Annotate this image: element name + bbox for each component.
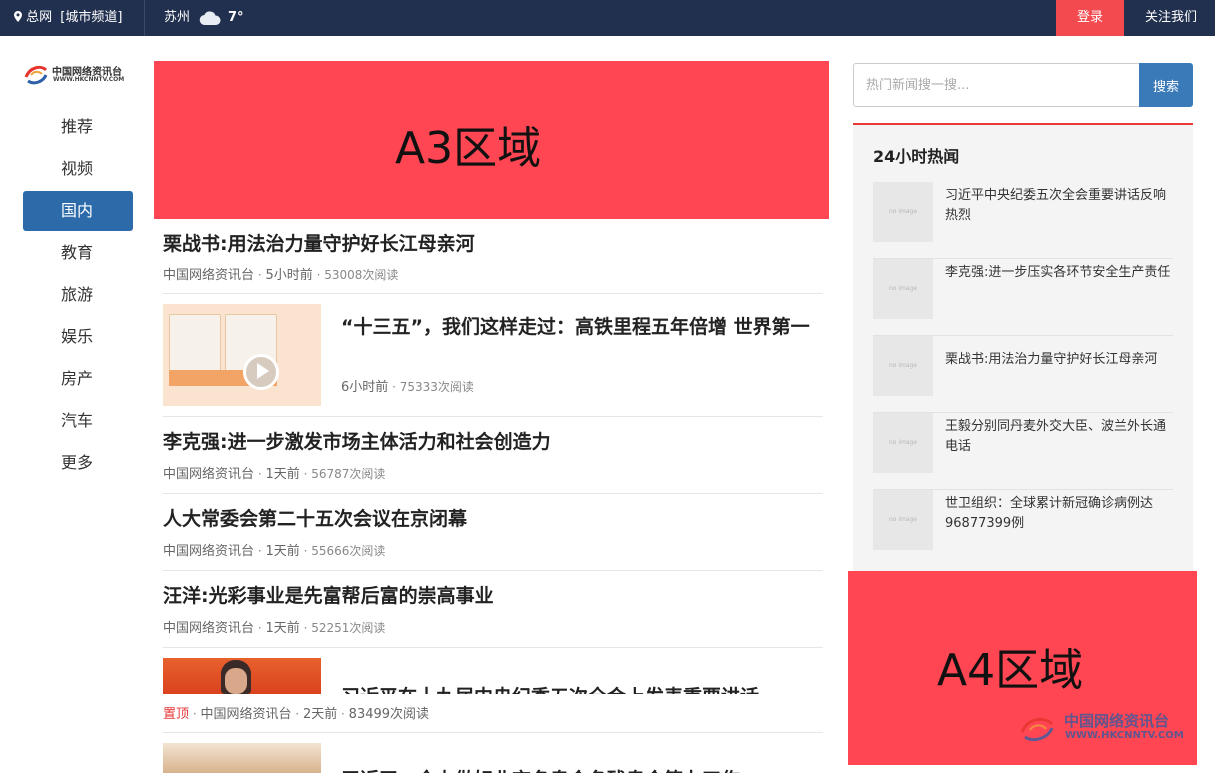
article-title[interactable]: “十三五”，我们这样走过：高铁里程五年倍增 世界第一 bbox=[341, 314, 811, 340]
article-item[interactable]: “十三五”，我们这样走过：高铁里程五年倍增 世界第一 6小时前 · 75333次… bbox=[163, 304, 823, 417]
thumb-figure-face bbox=[225, 668, 247, 694]
hot-news-panel: 24小时热闻 no image 习近平中央纪委五次全会重要讲话反响热烈 no i… bbox=[853, 123, 1193, 571]
hot-news-thumbnail[interactable]: no image bbox=[873, 182, 933, 242]
hot-news-item[interactable]: no image 栗战书:用法治力量守护好长江母亲河 bbox=[873, 336, 1173, 413]
search-bar: 搜索 bbox=[853, 63, 1193, 107]
watermark-logo: 中国网络资讯台 WWW.HKCNNTV.COM bbox=[1018, 710, 1198, 746]
article-item[interactable]: 习近平：全力做好北京冬奥会冬残奥会筹办工作 bbox=[163, 743, 823, 773]
article-item[interactable]: 汪洋:光彩事业是先富帮后富的崇高事业 中国网络资讯台 · 1天前 · 52251… bbox=[163, 581, 823, 648]
location-label: 总网 bbox=[26, 10, 53, 25]
article-meta: 中国网络资讯台 · 1天前 · 56787次阅读 bbox=[163, 467, 386, 482]
weather-temperature: 7° bbox=[228, 10, 244, 25]
ad-a3-label: A3区域 bbox=[395, 123, 542, 174]
article-title[interactable]: 汪洋:光彩事业是先富帮后富的崇高事业 bbox=[163, 581, 494, 608]
nav-item-more[interactable]: 更多 bbox=[23, 443, 133, 483]
location-link[interactable]: 总网 [城市频道] bbox=[14, 0, 122, 36]
play-triangle-icon bbox=[257, 363, 269, 379]
hot-news-thumbnail[interactable]: no image bbox=[873, 413, 933, 473]
hot-news-item[interactable]: no image 王毅分别同丹麦外交大臣、波兰外长通电话 bbox=[873, 413, 1173, 490]
hot-news-text[interactable]: 世卫组织：全球累计新冠确诊病例达96877399例 bbox=[945, 494, 1173, 534]
hot-news-thumbnail[interactable]: no image bbox=[873, 336, 933, 396]
article-reads: 56787次阅读 bbox=[311, 467, 386, 481]
pinned-tag: 置顶 bbox=[163, 707, 190, 722]
nav-item-education[interactable]: 教育 bbox=[23, 233, 133, 273]
article-reads: 52251次阅读 bbox=[311, 621, 386, 635]
hot-news-item[interactable]: no image 习近平中央纪委五次全会重要讲话反响热烈 bbox=[873, 182, 1173, 259]
article-thumbnail[interactable] bbox=[163, 304, 321, 406]
logo-swirl-icon bbox=[24, 65, 48, 85]
article-title[interactable]: 习近平：全力做好北京冬奥会冬残奥会筹办工作 bbox=[341, 765, 740, 773]
hot-news-thumbnail[interactable]: no image bbox=[873, 490, 933, 550]
article-time: 6小时前 bbox=[341, 380, 389, 395]
article-title[interactable]: 李克强:进一步激发市场主体活力和社会创造力 bbox=[163, 427, 551, 454]
cloud-icon bbox=[199, 11, 221, 26]
article-title[interactable]: 人大常委会第二十五次会议在京闭幕 bbox=[163, 504, 467, 531]
article-time: 1天前 bbox=[265, 467, 300, 482]
nav-item-video[interactable]: 视频 bbox=[23, 149, 133, 189]
article-item[interactable]: 栗战书:用法治力量守护好长江母亲河 中国网络资讯台 · 5小时前 · 53008… bbox=[163, 227, 823, 294]
article-item[interactable]: 李克强:进一步激发市场主体活力和社会创造力 中国网络资讯台 · 1天前 · 56… bbox=[163, 427, 823, 494]
search-button[interactable]: 搜索 bbox=[1139, 63, 1193, 107]
hot-news-text[interactable]: 李克强:进一步压实各环节安全生产责任 bbox=[945, 263, 1173, 283]
hot-news-text[interactable]: 王毅分别同丹麦外交大臣、波兰外长通电话 bbox=[945, 417, 1173, 457]
nav-item-travel[interactable]: 旅游 bbox=[23, 275, 133, 315]
article-item[interactable]: 人大常委会第二十五次会议在京闭幕 中国网络资讯台 · 1天前 · 55666次阅… bbox=[163, 504, 823, 571]
article-time: 5小时前 bbox=[265, 268, 313, 283]
nav-item-recommend[interactable]: 推荐 bbox=[23, 107, 133, 147]
article-thumbnail[interactable] bbox=[163, 743, 321, 773]
hot-news-text[interactable]: 栗战书:用法治力量守护好长江母亲河 bbox=[945, 350, 1173, 370]
hot-news-thumbnail[interactable]: no image bbox=[873, 259, 933, 319]
site-logo[interactable]: 中国网络资讯台 WWW.HKCNNTV.COM bbox=[22, 58, 142, 90]
article-source: 中国网络资讯台 bbox=[200, 707, 292, 722]
article-title[interactable]: 习近平在十九届中央纪委五次全会上发表重要讲话 bbox=[341, 682, 759, 694]
article-source: 中国网络资讯台 bbox=[163, 467, 255, 482]
article-time: 2天前 bbox=[302, 707, 338, 722]
nav-item-domestic[interactable]: 国内 bbox=[23, 191, 133, 231]
article-meta: 6小时前 · 75333次阅读 bbox=[341, 380, 474, 395]
article-item[interactable]: 习近平在十九届中央纪委五次全会上发表重要讲话 置顶 · 中国网络资讯台 · 2天… bbox=[163, 658, 823, 733]
hot-news-text[interactable]: 习近平中央纪委五次全会重要讲话反响热烈 bbox=[945, 186, 1173, 226]
topbar-divider bbox=[144, 0, 145, 36]
follow-us-link[interactable]: 关注我们 bbox=[1130, 0, 1212, 36]
watermark-name: 中国网络资讯台 bbox=[1064, 712, 1170, 730]
article-meta: 中国网络资讯台 · 1天前 · 52251次阅读 bbox=[163, 621, 386, 636]
login-button[interactable]: 登录 bbox=[1056, 0, 1124, 36]
logo-domain: WWW.HKCNNTV.COM bbox=[53, 76, 125, 83]
nav-item-auto[interactable]: 汽车 bbox=[23, 401, 133, 441]
ad-banner-a3[interactable]: A3区域 bbox=[154, 61, 829, 219]
channel-nav: 推荐 视频 国内 教育 旅游 娱乐 房产 汽车 更多 bbox=[23, 107, 133, 485]
article-source: 中国网络资讯台 bbox=[163, 268, 255, 283]
article-title[interactable]: 栗战书:用法治力量守护好长江母亲河 bbox=[163, 229, 475, 256]
city-channel-link[interactable]: [城市频道] bbox=[60, 10, 122, 25]
article-clip: 习近平在十九届中央纪委五次全会上发表重要讲话 bbox=[163, 658, 823, 694]
weather-city: 苏州 bbox=[164, 10, 191, 25]
article-meta: 中国网络资讯台 · 1天前 · 55666次阅读 bbox=[163, 544, 386, 559]
hot-news-title: 24小时热闻 bbox=[873, 147, 960, 166]
article-meta: 中国网络资讯台 · 5小时前 · 53008次阅读 bbox=[163, 268, 399, 283]
watermark-domain: WWW.HKCNNTV.COM bbox=[1065, 730, 1184, 741]
article-reads: 55666次阅读 bbox=[311, 544, 386, 558]
article-reads: 75333次阅读 bbox=[399, 380, 474, 394]
article-reads: 83499次阅读 bbox=[348, 707, 430, 722]
article-source: 中国网络资讯台 bbox=[163, 621, 255, 636]
article-reads: 53008次阅读 bbox=[324, 268, 399, 282]
thumb-panel bbox=[169, 314, 221, 376]
article-time: 1天前 bbox=[265, 544, 300, 559]
hot-news-item[interactable]: no image 世卫组织：全球累计新冠确诊病例达96877399例 bbox=[873, 490, 1173, 567]
nav-item-entertainment[interactable]: 娱乐 bbox=[23, 317, 133, 357]
article-source: 中国网络资讯台 bbox=[163, 544, 255, 559]
location-pin-icon bbox=[14, 1, 22, 22]
article-thumbnail[interactable] bbox=[163, 658, 321, 694]
ad-a4-label: A4区域 bbox=[937, 645, 1084, 696]
hot-news-item[interactable]: no image 李克强:进一步压实各环节安全生产责任 bbox=[873, 259, 1173, 336]
watermark-swirl-icon bbox=[1020, 717, 1054, 742]
top-bar: 总网 [城市频道] 苏州 7° 登录 关注我们 bbox=[0, 0, 1215, 36]
article-time: 1天前 bbox=[265, 621, 300, 636]
article-meta: 置顶 · 中国网络资讯台 · 2天前 · 83499次阅读 bbox=[163, 707, 430, 722]
search-input[interactable] bbox=[853, 63, 1140, 107]
nav-item-realestate[interactable]: 房产 bbox=[23, 359, 133, 399]
